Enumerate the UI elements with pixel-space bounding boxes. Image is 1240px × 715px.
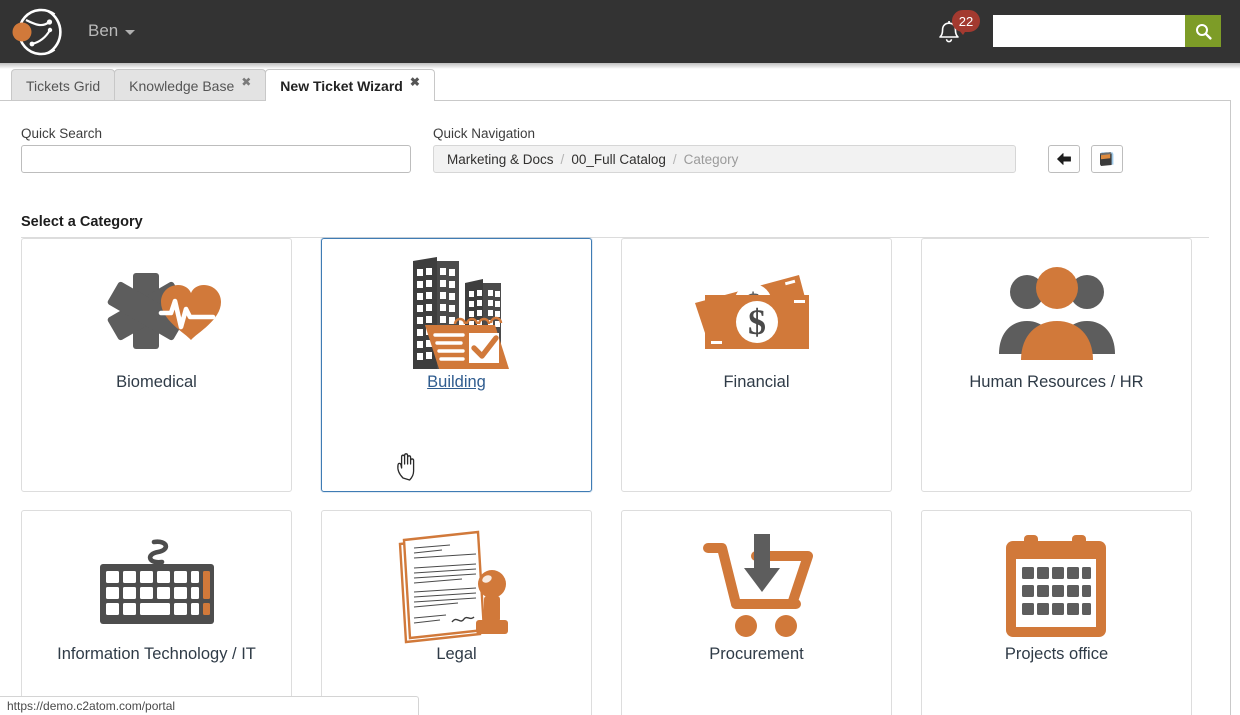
chevron-down-icon xyxy=(125,30,136,35)
tab-label: New Ticket Wizard xyxy=(280,77,403,94)
breadcrumb: Marketing & Docs / 00_Full Catalog / Cat… xyxy=(433,145,1016,173)
category-tile-procurement[interactable]: Procurement xyxy=(621,510,892,715)
tab-strip: Tickets Grid Knowledge Base ✖ New Ticket… xyxy=(0,69,1240,101)
category-tile-label: Procurement xyxy=(709,645,804,663)
app-header: Ben 22 xyxy=(0,0,1240,63)
people-icon xyxy=(922,253,1191,381)
browser-viewport: Ben 22 Tickets Grid Knowledge Base ✖ New… xyxy=(0,0,1240,715)
quick-search-input[interactable] xyxy=(21,145,411,173)
breadcrumb-item-current: Category xyxy=(683,151,739,167)
category-tile-label: Information Technology / IT xyxy=(57,645,256,663)
tab-new-ticket-wizard[interactable]: New Ticket Wizard ✖ xyxy=(265,69,435,101)
c2atom-logo[interactable] xyxy=(8,4,68,60)
notification-count-badge: 22 xyxy=(952,10,980,35)
breadcrumb-separator: / xyxy=(560,151,565,167)
notifications-button[interactable]: 22 xyxy=(936,10,980,52)
quick-search-label: Quick Search xyxy=(21,126,103,141)
close-icon[interactable]: ✖ xyxy=(410,76,420,88)
category-tile-information-technology[interactable]: Information Technology / IT xyxy=(21,510,292,715)
shopping-cart-icon xyxy=(622,525,891,653)
catalog-button[interactable] xyxy=(1091,145,1123,173)
breadcrumb-item-root[interactable]: Marketing & Docs xyxy=(447,152,554,167)
calendar-icon xyxy=(922,525,1191,653)
browser-status-bar: https://demo.c2atom.com/portal xyxy=(0,696,419,715)
logo-svg xyxy=(12,8,62,56)
category-tile-label: Projects office xyxy=(1004,645,1109,663)
back-button[interactable] xyxy=(1048,145,1080,173)
category-tile-label: Financial xyxy=(723,373,790,391)
breadcrumb-separator: / xyxy=(672,151,677,167)
user-menu[interactable]: Ben xyxy=(88,18,136,44)
status-url: https://demo.c2atom.com/portal xyxy=(7,699,176,713)
tab-label: Knowledge Base xyxy=(129,77,235,94)
quick-navigation-label: Quick Navigation xyxy=(433,126,536,141)
category-tile-label: Human Resources / HR xyxy=(969,373,1144,391)
financial-icon: $ $ xyxy=(622,253,891,381)
category-tile-human-resources[interactable]: Human Resources / HR xyxy=(921,238,1192,492)
category-tile-legal[interactable]: Legal xyxy=(321,510,592,715)
svg-text:$: $ xyxy=(748,302,766,342)
page-title: Select a Category xyxy=(21,214,143,230)
tab-tickets-grid[interactable]: Tickets Grid xyxy=(11,69,116,101)
building-icon xyxy=(322,253,591,381)
search-icon xyxy=(1195,23,1212,40)
category-tile-label: Legal xyxy=(436,645,477,663)
category-tile-biomedical[interactable]: Biomedical xyxy=(21,238,292,492)
category-tile-building[interactable]: Building xyxy=(321,238,592,492)
category-tile-label: Biomedical xyxy=(116,373,197,391)
header-search-button[interactable] xyxy=(1185,15,1221,47)
tab-knowledge-base[interactable]: Knowledge Base ✖ xyxy=(114,69,267,101)
user-menu-label: Ben xyxy=(88,21,119,40)
category-tile-label: Building xyxy=(427,373,486,391)
legal-stamp-icon xyxy=(322,525,591,653)
book-icon xyxy=(1100,152,1114,166)
tab-label: Tickets Grid xyxy=(26,77,101,94)
close-icon[interactable]: ✖ xyxy=(241,76,251,88)
keyboard-icon xyxy=(22,525,291,653)
biomedical-icon xyxy=(22,253,291,381)
breadcrumb-item-catalog[interactable]: 00_Full Catalog xyxy=(571,152,666,167)
category-tile-financial[interactable]: $ $ Financial xyxy=(621,238,892,492)
header-search-input[interactable] xyxy=(993,15,1185,47)
arrow-left-icon xyxy=(1057,153,1071,165)
category-tile-projects-office[interactable]: Projects office xyxy=(921,510,1192,715)
wizard-content-panel: Quick Search Quick Navigation Marketing … xyxy=(0,100,1231,715)
